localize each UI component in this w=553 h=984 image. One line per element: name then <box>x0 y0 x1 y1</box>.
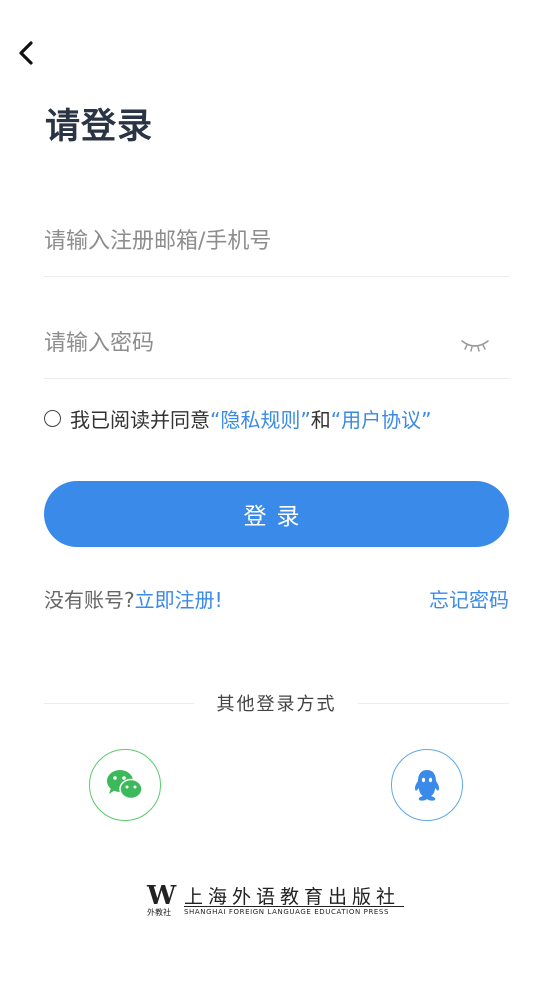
publisher-logo-letter: W <box>146 882 177 908</box>
agreement-prefix: 我已阅读并同意 <box>70 407 210 432</box>
publisher-logo: W 外教社 上海外语教育出版社 SHANGHAI FOREIGN LANGUAG… <box>146 882 408 920</box>
publisher-short-name: 外教社 <box>147 908 171 917</box>
publisher-logo-mark: W <box>146 882 177 908</box>
agreement-and: 和 <box>310 407 331 432</box>
login-button[interactable]: 登录 <box>44 481 509 547</box>
back-button[interactable] <box>12 38 42 68</box>
register-row: 没有账号?立即注册! <box>44 584 223 613</box>
account-input[interactable] <box>44 208 444 274</box>
other-login-label: 其他登录方式 <box>216 694 337 715</box>
wechat-login-button[interactable] <box>89 749 161 821</box>
password-field <box>44 310 509 379</box>
eye-closed-icon[interactable] <box>459 334 491 354</box>
user-agreement-link[interactable]: “用户协议” <box>331 404 432 433</box>
agreement-row: 我已阅读并同意 “隐私规则” 和 “用户协议” <box>44 402 431 434</box>
qq-icon <box>414 770 440 801</box>
register-link[interactable]: 立即注册! <box>135 588 223 612</box>
page-title: 请登录 <box>45 107 154 147</box>
publisher-underline <box>184 906 404 907</box>
qq-login-button[interactable] <box>391 749 463 821</box>
no-account-text: 没有账号? <box>44 588 135 612</box>
wechat-icon <box>107 770 143 800</box>
publisher-name-cn: 上海外语教育出版社 <box>184 886 401 908</box>
forgot-password-link[interactable]: 忘记密码 <box>429 584 509 613</box>
account-field <box>44 208 509 277</box>
password-input[interactable] <box>44 310 444 376</box>
chevron-left-icon <box>19 41 33 65</box>
agreement-checkbox[interactable] <box>44 409 61 427</box>
publisher-name-en: SHANGHAI FOREIGN LANGUAGE EDUCATION PRES… <box>184 908 390 916</box>
privacy-rules-link[interactable]: “隐私规则” <box>210 404 311 433</box>
